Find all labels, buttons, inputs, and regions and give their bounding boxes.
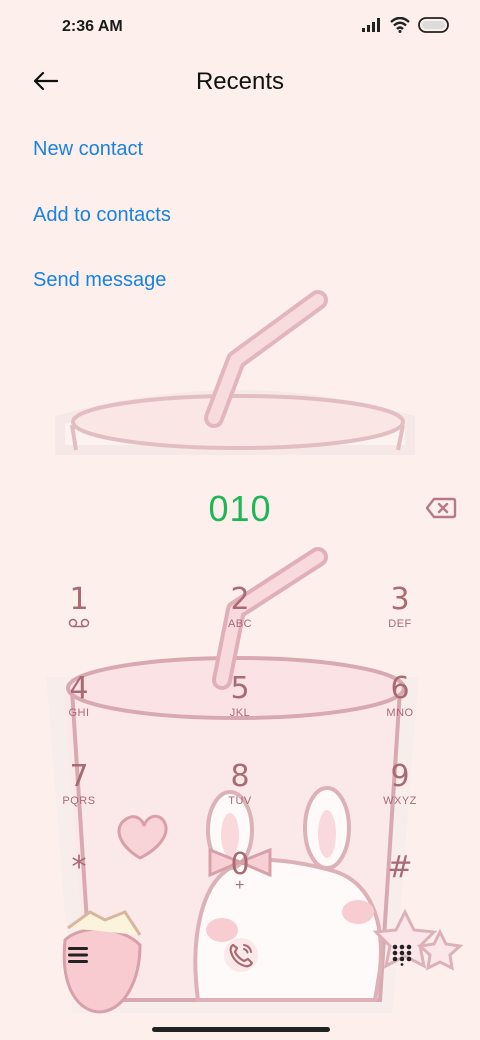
signal-icon: [362, 18, 380, 32]
call-button[interactable]: [212, 926, 270, 984]
key-letters: JKL: [229, 707, 251, 719]
backspace-button[interactable]: [424, 494, 458, 522]
send-message-link[interactable]: Send message: [33, 269, 166, 292]
key-digit: 3: [390, 582, 410, 617]
key-1[interactable]: 1: [24, 582, 134, 652]
key-digit: 6: [390, 671, 410, 706]
call-icon: [224, 938, 258, 972]
home-indicator[interactable]: [152, 1027, 330, 1032]
keypad-icon: [392, 944, 412, 966]
key-digit: *: [71, 850, 87, 885]
dialed-number: 010: [208, 488, 272, 529]
key-digit: 5: [230, 671, 250, 706]
menu-icon: [68, 947, 88, 963]
key-0[interactable]: 0 +: [185, 847, 295, 917]
key-6[interactable]: 6 MNO: [345, 671, 455, 741]
key-2[interactable]: 2 ABC: [185, 582, 295, 652]
key-letters: GHI: [68, 707, 90, 719]
key-letters: DEF: [388, 618, 412, 630]
key-digit: #: [387, 850, 413, 885]
menu-button[interactable]: [52, 929, 104, 981]
new-contact-link[interactable]: New contact: [33, 138, 143, 161]
key-4[interactable]: 4 GHI: [24, 671, 134, 741]
header: Recents: [0, 56, 480, 108]
backspace-icon: [425, 497, 457, 519]
key-digit: 8: [230, 759, 250, 794]
key-5[interactable]: 5 JKL: [185, 671, 295, 741]
key-hash[interactable]: #: [345, 850, 455, 920]
key-digit: 9: [390, 759, 410, 794]
key-digit: 7: [69, 759, 89, 794]
key-9[interactable]: 9 WXYZ: [345, 759, 455, 829]
keypad-toggle-button[interactable]: [376, 929, 428, 981]
key-digit: 4: [69, 671, 89, 706]
key-3[interactable]: 3 DEF: [345, 582, 455, 652]
key-letters: PQRS: [62, 795, 96, 807]
wifi-icon: [390, 17, 410, 33]
voicemail-icon: [24, 618, 134, 631]
key-letters: MNO: [386, 707, 414, 719]
battery-icon: [418, 17, 449, 33]
key-letters: ABC: [227, 618, 253, 630]
status-time: 2:36 AM: [62, 18, 123, 35]
key-letters: +: [235, 877, 245, 894]
add-to-contacts-link[interactable]: Add to contacts: [33, 204, 171, 227]
key-star[interactable]: *: [24, 850, 134, 920]
key-letters: TUV: [228, 795, 252, 807]
key-letters: WXYZ: [383, 795, 417, 807]
page-title: Recents: [195, 68, 285, 95]
key-8[interactable]: 8 TUV: [185, 759, 295, 829]
status-bar: 2:36 AM: [0, 0, 480, 56]
key-digit: 1: [69, 582, 89, 617]
key-7[interactable]: 7 PQRS: [24, 759, 134, 829]
key-digit: 2: [230, 582, 250, 617]
status-icons: [362, 17, 450, 33]
